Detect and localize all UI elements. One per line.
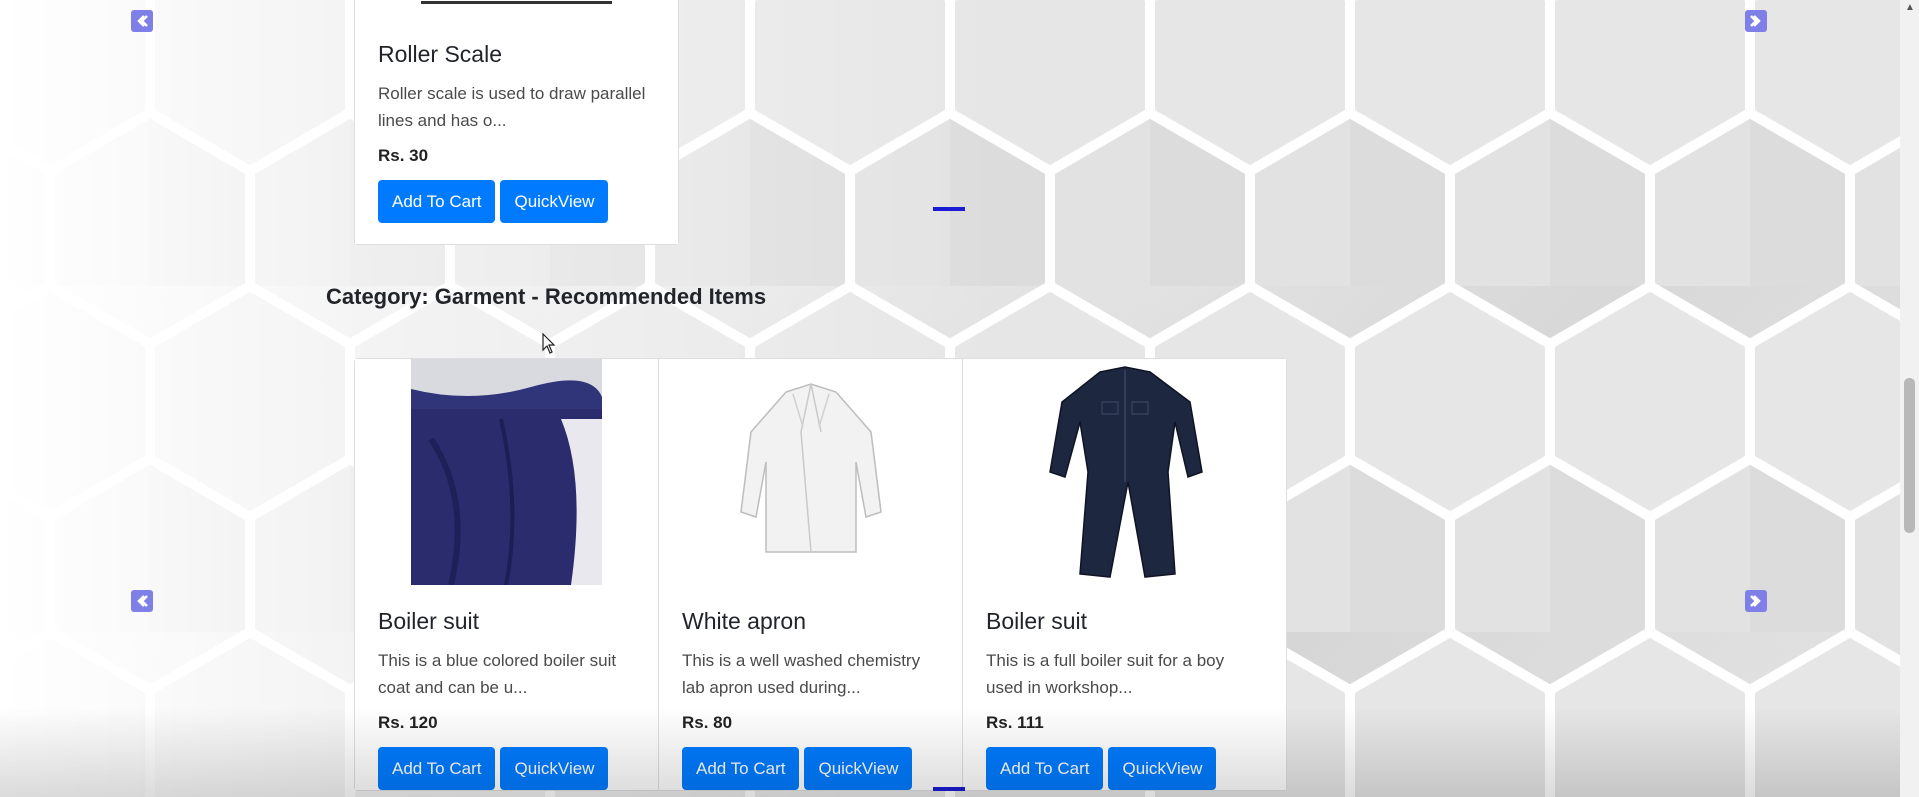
product-description: Roller scale is used to draw parallel li… [378, 84, 646, 130]
carousel-prev-button[interactable] [131, 10, 153, 32]
chevron-right-icon [1750, 595, 1761, 607]
add-to-cart-button[interactable]: Add To Cart [986, 747, 1104, 790]
product-title: Roller Scale [378, 41, 502, 67]
quickview-button[interactable]: QuickView [500, 747, 609, 790]
chevron-right-icon [1750, 15, 1761, 27]
product-title: Boiler suit [378, 608, 479, 634]
product-card: Boiler suit This is a full boiler suit f… [963, 359, 1286, 790]
product-image[interactable] [963, 359, 1286, 585]
product-price: Rs. 111 [986, 713, 1044, 732]
product-image[interactable] [659, 359, 962, 585]
quickview-button[interactable]: QuickView [1108, 747, 1217, 790]
product-description: This is a full boiler suit for a boy use… [986, 651, 1225, 697]
product-description: This is a well washed chemistry lab apro… [682, 651, 921, 697]
product-image-edge [421, 1, 612, 4]
navy-coverall-photo [1048, 366, 1203, 578]
add-to-cart-button[interactable]: Add To Cart [682, 747, 800, 790]
mouse-cursor-icon [542, 333, 556, 354]
quickview-button[interactable]: QuickView [804, 747, 913, 790]
product-price: Rs. 30 [378, 146, 429, 165]
product-card: Roller Scale Roller scale is used to dra… [355, 0, 678, 244]
product-title: Boiler suit [986, 608, 1087, 634]
add-to-cart-button[interactable]: Add To Cart [378, 747, 496, 790]
carousel-indicator-active[interactable] [933, 207, 965, 211]
carousel-next-button[interactable] [1745, 590, 1767, 612]
top-card-row: Roller Scale Roller scale is used to dra… [354, 0, 679, 245]
carousel-indicator-active[interactable] [933, 787, 965, 791]
product-price: Rs. 80 [682, 713, 733, 732]
chevron-left-icon [137, 15, 148, 27]
garment-card-row: Boiler suit This is a blue colored boile… [354, 358, 1287, 791]
blue-boiler-suit-photo [411, 359, 602, 585]
quickview-button[interactable]: QuickView [500, 180, 609, 223]
product-description: This is a blue colored boiler suit coat … [378, 651, 617, 697]
product-price: Rs. 120 [378, 713, 438, 732]
product-card: Boiler suit This is a blue colored boile… [355, 359, 659, 790]
product-image[interactable] [355, 359, 658, 585]
white-lab-apron-photo [739, 383, 882, 553]
carousel-prev-button[interactable] [131, 590, 153, 612]
add-to-cart-button[interactable]: Add To Cart [378, 180, 496, 223]
carousel-next-button[interactable] [1745, 10, 1767, 32]
product-card: White apron This is a well washed chemis… [659, 359, 963, 790]
category-heading: Category: Garment - Recommended Items [326, 284, 767, 309]
product-title: White apron [682, 608, 807, 634]
chevron-left-icon [137, 595, 148, 607]
